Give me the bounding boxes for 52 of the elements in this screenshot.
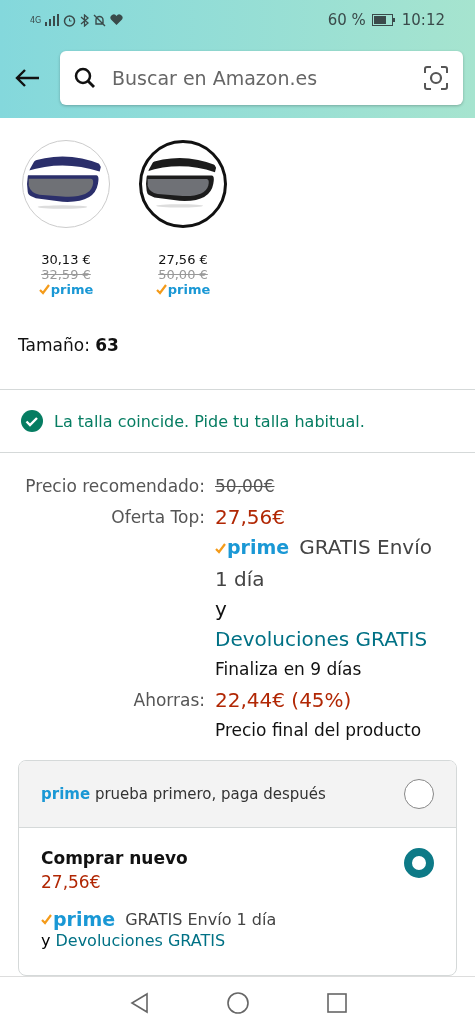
check-icon [215, 543, 226, 554]
network-type: 4G [30, 15, 42, 25]
clock-time: 10:12 [401, 11, 445, 29]
shipping-text: 1 día [215, 566, 266, 593]
shipping-text: GRATIS Envío 1 día [125, 909, 277, 929]
size-label: Tamaño: 63 [17, 334, 120, 355]
color-swatch[interactable] [139, 140, 227, 228]
and-text: y [41, 931, 51, 950]
battery-icon [371, 14, 396, 26]
search-bar[interactable]: Buscar en Amazon.es [60, 51, 463, 105]
prime-logo: prime [50, 282, 94, 297]
option-title: Comprar nuevo [41, 848, 189, 868]
radio-button[interactable] [404, 848, 434, 878]
battery-percent: 60 % [327, 11, 366, 29]
home-nav-icon[interactable] [226, 992, 249, 1014]
option-price: 27,56€ [41, 872, 102, 892]
heart-icon [110, 14, 124, 26]
search-icon [74, 67, 96, 89]
price-note: Finaliza en 9 días [215, 658, 363, 681]
price-note: Precio final del producto [215, 719, 423, 742]
check-circle-icon [20, 409, 44, 433]
fit-message: La talla coincide. Pide tu talla habitual. [54, 411, 365, 431]
price-label: Oferta Top: [110, 506, 205, 529]
list-price: 50,00€ [215, 475, 276, 498]
prime-logo: prime [167, 282, 211, 297]
returns-link[interactable]: Devoluciones GRATIS [55, 931, 226, 950]
swatch-price: 30,13 € [41, 252, 91, 267]
recents-nav-icon[interactable] [326, 993, 347, 1013]
shipping-text: GRATIS Envío [299, 535, 432, 559]
prime-logo: prime [53, 908, 116, 930]
price-value: 27,56€ [215, 504, 286, 531]
radio-button[interactable] [404, 779, 434, 809]
price-note: y [215, 596, 228, 623]
muted-bell-icon [93, 13, 107, 27]
swatch-list-price: 50,00 € [158, 267, 208, 282]
swatch-price: 27,56 € [158, 252, 208, 267]
bluetooth-icon [80, 13, 90, 27]
camera-scan-icon[interactable] [423, 65, 449, 91]
check-icon [155, 284, 167, 295]
price-label: Ahorras: [132, 689, 205, 712]
price-label: Precio recomendado: [24, 475, 205, 498]
prime-trial-option[interactable]: prime prueba primero, paga después [41, 785, 326, 803]
back-nav-icon[interactable] [128, 992, 149, 1014]
price-value: 22,44€ (45%) [215, 687, 353, 714]
back-arrow-icon[interactable] [14, 68, 40, 88]
signal-icon [45, 14, 60, 26]
swatch-list-price: 32,59 € [41, 267, 91, 282]
returns-link[interactable]: Devoluciones GRATIS [215, 624, 475, 654]
check-icon [41, 913, 52, 925]
prime-logo: prime [227, 535, 290, 560]
alarm-icon [63, 13, 77, 27]
check-icon [38, 284, 50, 295]
